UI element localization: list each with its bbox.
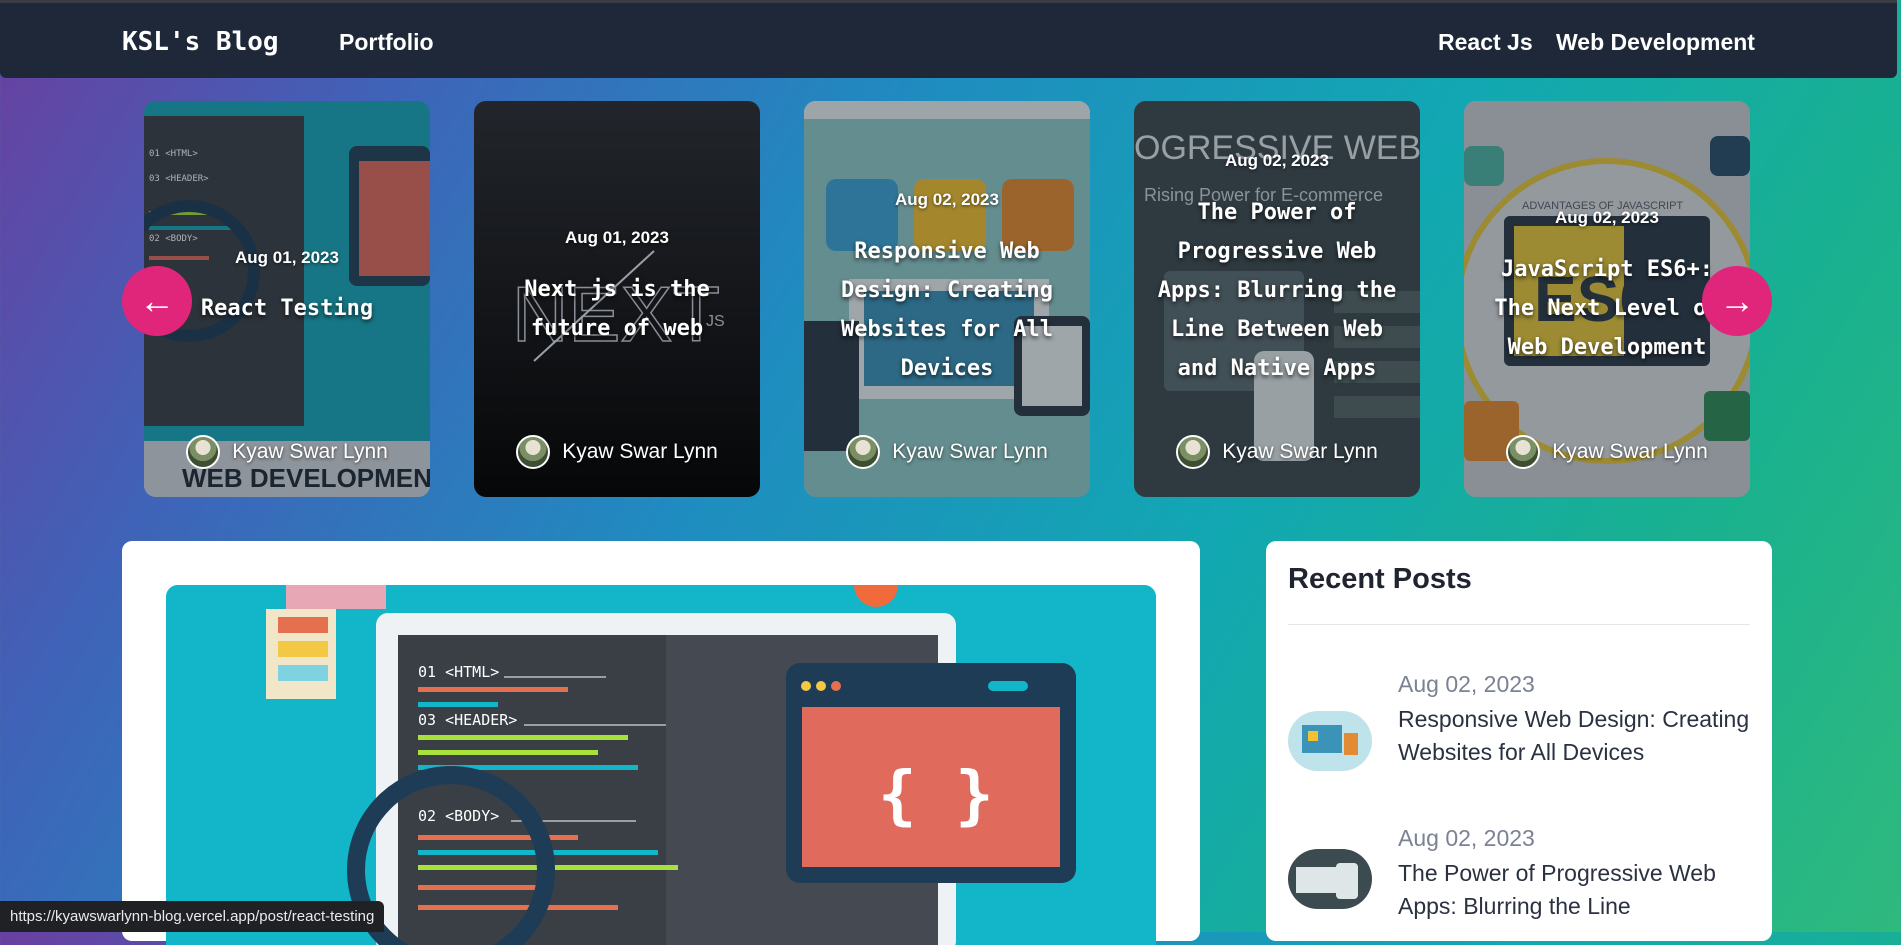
recent-posts-title: Recent Posts <box>1288 563 1472 595</box>
card-title: Next js is the future of web <box>524 277 710 341</box>
recent-post-thumbnail <box>1288 711 1372 771</box>
arrow-left-icon: ← <box>139 280 175 321</box>
author-name: Kyaw Swar Lynn <box>232 440 388 463</box>
hero-code-line-2: 03 <HEADER> <box>418 711 517 729</box>
card-date: Aug 01, 2023 <box>565 228 669 247</box>
divider <box>1288 624 1750 625</box>
recent-post-date: Aug 02, 2023 <box>1398 825 1535 851</box>
recent-post-thumbnail <box>1288 849 1372 909</box>
author-avatar <box>1506 435 1541 469</box>
carousel-card-nextjs[interactable]: NEXT JS Aug 01, 2023 Next js is the futu… <box>474 101 760 497</box>
carousel-card-pwa[interactable]: OGRESSIVE WEB A Rising Power for E-comme… <box>1134 101 1420 497</box>
card-date: Aug 02, 2023 <box>895 190 999 209</box>
author-avatar <box>846 435 881 469</box>
author-name: Kyaw Swar Lynn <box>1222 440 1378 463</box>
navbar: KSL's Blog Portfolio React Js Web Develo… <box>0 0 1897 78</box>
card-date: Aug 02, 2023 <box>1555 208 1659 227</box>
hero-code-line-3: 02 <BODY> <box>418 807 499 825</box>
card-date: Aug 02, 2023 <box>1225 151 1329 170</box>
recent-post-item[interactable]: Aug 02, 2023 Responsive Web Design: Crea… <box>1288 671 1750 801</box>
card-author: Kyaw Swar Lynn <box>1464 435 1750 469</box>
card-title: React Testing <box>200 296 374 321</box>
author-avatar <box>186 435 221 469</box>
post-hero-image[interactable]: 01 <HTML> 03 <HEADER> 02 <BODY> { } <box>166 585 1156 945</box>
author-name: Kyaw Swar Lynn <box>892 440 1048 463</box>
arrow-right-icon: → <box>1719 280 1755 321</box>
card-title: The Power of Progressive Web Apps: Blurr… <box>1157 200 1397 381</box>
card-author: Kyaw Swar Lynn <box>1134 435 1420 469</box>
post-card: 01 <HTML> 03 <HEADER> 02 <BODY> { } <box>122 541 1200 945</box>
author-avatar <box>516 435 551 469</box>
carousel-next-button[interactable]: → <box>1702 266 1772 336</box>
recent-posts-panel: Recent Posts Aug 02, 2023 Responsive Web… <box>1266 541 1772 941</box>
nav-webdev-link[interactable]: Web Development <box>1556 29 1755 56</box>
author-name: Kyaw Swar Lynn <box>1552 440 1708 463</box>
recent-post-item[interactable]: Aug 02, 2023 The Power of Progressive We… <box>1288 825 1750 945</box>
author-name: Kyaw Swar Lynn <box>562 440 718 463</box>
card-author: Kyaw Swar Lynn <box>144 435 430 469</box>
braces-icon: { } <box>878 759 994 833</box>
card-date: Aug 01, 2023 <box>235 248 339 267</box>
browser-status-url: https://kyawswarlynn-blog.vercel.app/pos… <box>0 901 385 932</box>
recent-post-title[interactable]: The Power of Progressive Web Apps: Blurr… <box>1398 857 1758 923</box>
author-avatar <box>1176 435 1211 469</box>
card-author: Kyaw Swar Lynn <box>804 435 1090 469</box>
featured-carousel: 01 <HTML> 03 <HEADER> 02 <BODY> WEB DEVE… <box>144 101 1750 497</box>
hero-code-line-1: 01 <HTML> <box>418 663 499 681</box>
carousel-prev-button[interactable]: ← <box>122 266 192 336</box>
card-title: JavaScript ES6+: The Next Level of Web D… <box>1494 257 1720 360</box>
card-author: Kyaw Swar Lynn <box>474 435 760 469</box>
brand-logo[interactable]: KSL's Blog <box>122 27 279 57</box>
recent-post-date: Aug 02, 2023 <box>1398 671 1535 697</box>
carousel-card-responsive-design[interactable]: Aug 02, 2023 Responsive Web Design: Crea… <box>804 101 1090 497</box>
recent-post-title[interactable]: Responsive Web Design: Creating Websites… <box>1398 703 1758 769</box>
nav-react-link[interactable]: React Js <box>1438 29 1533 56</box>
nav-portfolio-link[interactable]: Portfolio <box>339 29 434 56</box>
card-title: Responsive Web Design: Creating Websites… <box>841 239 1053 381</box>
